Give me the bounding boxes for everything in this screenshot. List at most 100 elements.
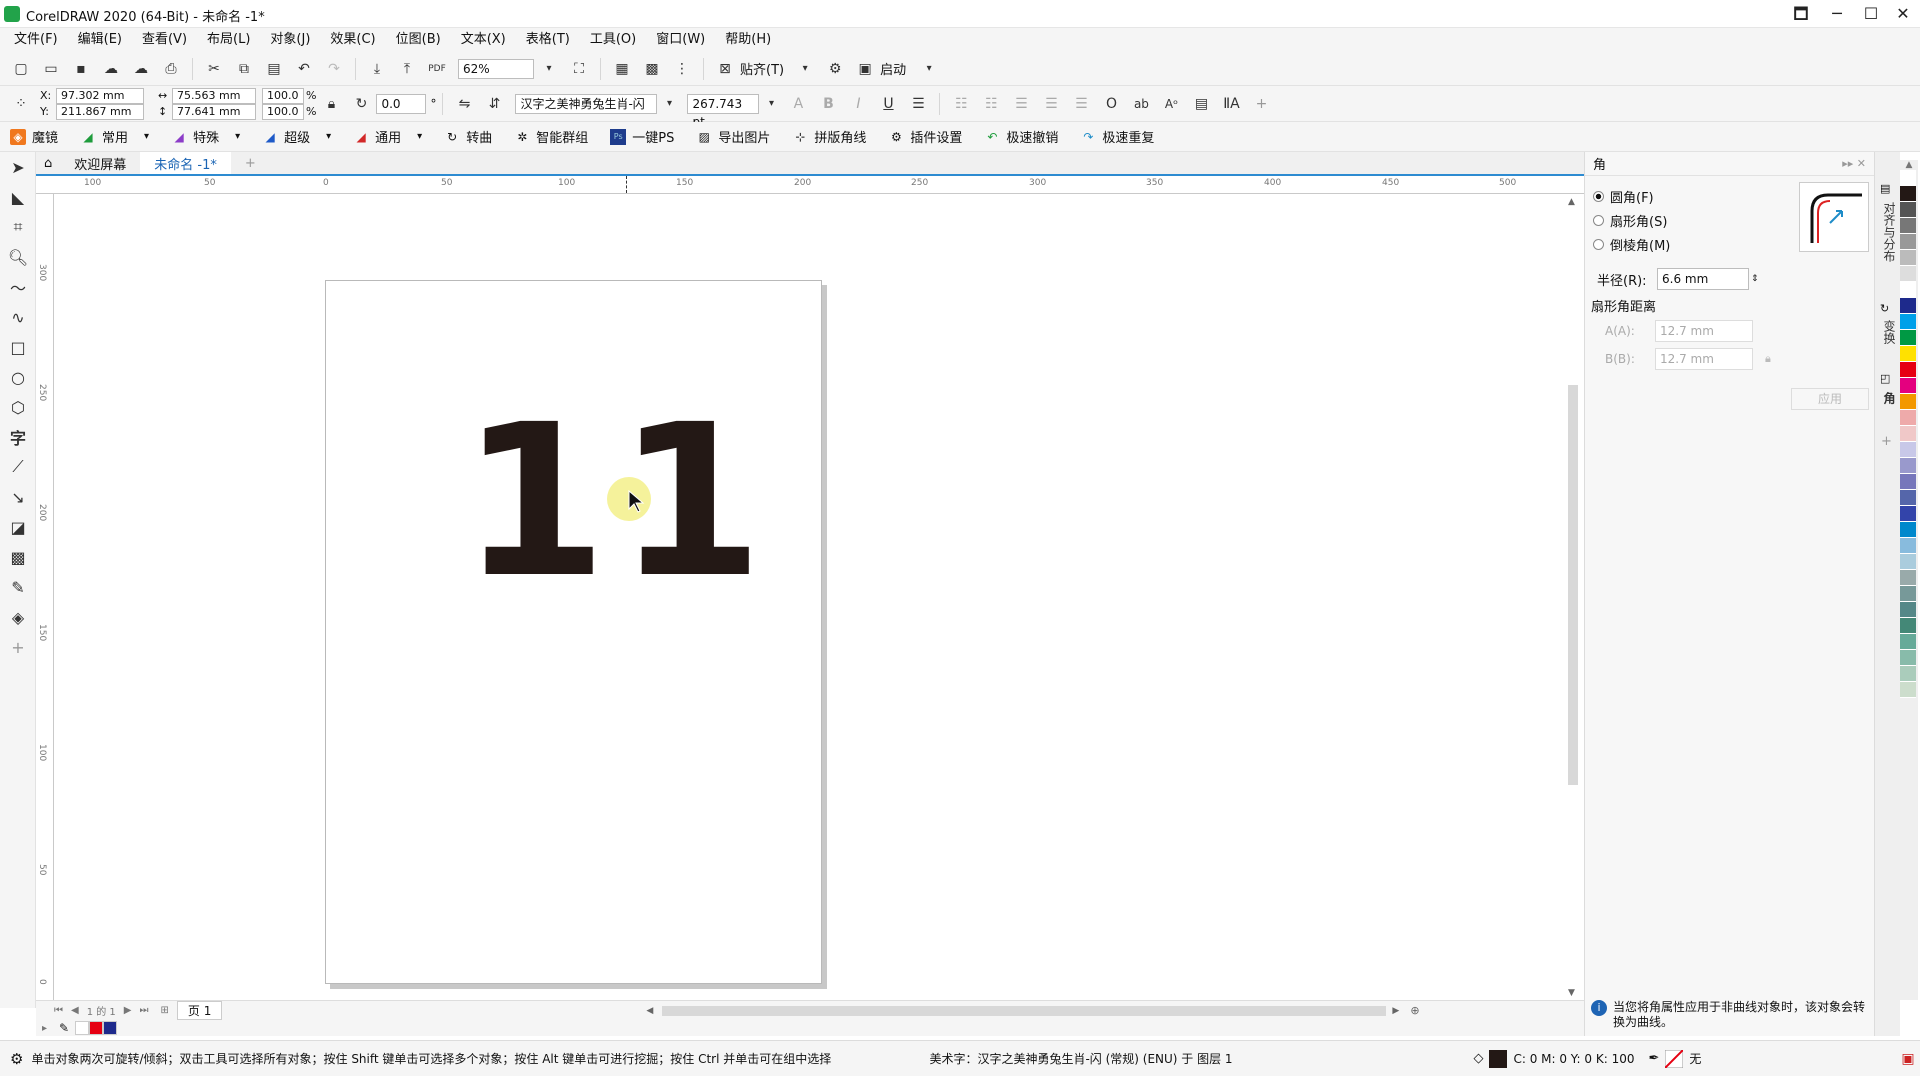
text-properties-icon[interactable]: ab [1129, 92, 1153, 116]
rotate-icon[interactable]: ↻ [349, 92, 373, 116]
color-swatch[interactable] [1900, 202, 1916, 218]
vertical-ruler[interactable]: 300 250 200 150 100 50 0 [36, 194, 54, 1000]
tab-page-1[interactable]: 页 1 [176, 1001, 223, 1020]
palette-scroll-up-icon[interactable]: ▲ [1900, 160, 1918, 170]
color-swatch[interactable] [1900, 554, 1916, 570]
fill-color-swatch[interactable] [1489, 1049, 1508, 1068]
add-page-icon[interactable]: ⊞ [161, 1005, 169, 1016]
color-swatch[interactable] [1900, 362, 1916, 378]
x-position-field[interactable]: 97.302 mm [56, 87, 144, 104]
tab-corners[interactable]: 角 [1881, 392, 1898, 404]
tab-untitled-1[interactable]: 未命名 -1* [140, 152, 231, 174]
interactive-fill-icon[interactable]: ◈ [0, 602, 36, 632]
menu-layout[interactable]: 布局(L) [197, 28, 260, 52]
zoom-level-field[interactable]: 62% [458, 58, 534, 79]
redo-icon[interactable]: ↷ [322, 57, 346, 81]
ellipse-tool-icon[interactable]: ○ [0, 362, 36, 392]
snap-off-icon[interactable]: ⊠ [713, 57, 737, 81]
font-size-adjust-icon[interactable]: A [786, 92, 810, 116]
tab-align-distribute[interactable]: 对齐与分布 [1881, 202, 1898, 262]
no-outline-icon[interactable] [1665, 1049, 1684, 1068]
font-size-dropdown-icon[interactable]: ▾ [759, 92, 783, 116]
zoom-tool-icon[interactable]: 🔍︎ [0, 242, 36, 272]
menu-bitmaps[interactable]: 位图(B) [386, 28, 451, 52]
color-swatch[interactable] [1900, 170, 1916, 186]
zoom-navigator-icon[interactable]: ⊕ [1410, 1004, 1419, 1017]
open-folder-icon[interactable]: ▭ [39, 57, 63, 81]
plugin-common[interactable]: ◢ 常用 ▾ [80, 127, 149, 147]
font-options-icon[interactable]: Aᵒ [1159, 92, 1183, 116]
tab-transform[interactable]: 变换 [1881, 320, 1898, 344]
y-position-field[interactable]: 211.867 mm [56, 103, 144, 120]
radius-field[interactable]: 6.6 mm [1657, 268, 1749, 290]
document-page[interactable]: 11 [325, 280, 822, 984]
vertical-text-icon[interactable]: ⅡA [1219, 92, 1243, 116]
color-swatch[interactable] [1900, 618, 1916, 634]
radius-spinner-icon[interactable]: ⇕ [1751, 274, 1759, 284]
font-list-field[interactable]: 汉字之美神勇兔生肖-闪 [515, 93, 658, 114]
save-icon[interactable]: ▪ [69, 57, 93, 81]
connector-tool-icon[interactable]: ↘ [0, 482, 36, 512]
color-swatch[interactable] [1900, 522, 1916, 538]
scroll-up-icon[interactable]: ▲ [1568, 197, 1575, 207]
new-document-icon[interactable]: ▢ [9, 57, 33, 81]
docker-tab-align-icon[interactable]: ▤ [1880, 182, 1890, 195]
scale-y-field[interactable]: 100.0 [262, 103, 304, 120]
scale-x-field[interactable]: 100.0 [262, 87, 304, 104]
height-field[interactable]: 77.641 mm [172, 103, 256, 120]
menu-tools[interactable]: 工具(O) [580, 28, 646, 52]
width-field[interactable]: 75.563 mm [172, 87, 256, 104]
doc-color-swatch[interactable] [89, 1021, 104, 1035]
show-guides-icon[interactable]: ⋮ [670, 57, 694, 81]
launch-dropdown-icon[interactable]: ▾ [917, 57, 941, 81]
color-swatch[interactable] [1900, 186, 1916, 202]
vertical-scroll-thumb[interactable] [1568, 385, 1578, 785]
chevron-down-icon[interactable]: ▾ [326, 131, 331, 142]
italic-button[interactable]: I [846, 92, 870, 116]
color-swatch[interactable] [1900, 682, 1916, 698]
export-icon[interactable]: ⤒ [395, 57, 419, 81]
mirror-horizontal-icon[interactable]: ⇋ [452, 92, 476, 116]
color-swatch[interactable] [1900, 314, 1916, 330]
restore-panel-icon[interactable]: 🗖 [1784, 2, 1818, 26]
font-size-field[interactable]: 267.743 pt [687, 93, 760, 129]
horizontal-scroll-thumb[interactable] [662, 1005, 1387, 1016]
distance-b-field[interactable]: 12.7 mm [1655, 348, 1753, 370]
color-swatch[interactable] [1900, 330, 1916, 346]
pick-tool-icon[interactable]: ➤ [0, 152, 36, 182]
chevron-down-icon[interactable]: ▾ [144, 131, 149, 142]
options-gear-icon[interactable]: ⚙ [823, 57, 847, 81]
launch-menu[interactable]: 启动 [880, 59, 906, 78]
full-screen-icon[interactable]: ⛶ [567, 57, 591, 81]
menu-object[interactable]: 对象(J) [260, 28, 320, 52]
plugin-fast-undo[interactable]: ↶ 极速撤销 [984, 127, 1058, 147]
apply-button[interactable]: 应用 [1791, 388, 1869, 410]
transparency-tool-icon[interactable]: ▩ [0, 542, 36, 572]
page-last-icon[interactable]: ⏭ [140, 1005, 149, 1016]
artistic-media-icon[interactable]: ∿ [0, 302, 36, 332]
plugin-convert-curve[interactable]: ↻ 转曲 [444, 127, 492, 147]
plugin-export-image[interactable]: ▨ 导出图片 [696, 127, 771, 147]
page-prev-icon[interactable]: ◀ [71, 1005, 79, 1016]
scroll-right-icon[interactable]: ▶ [1392, 1006, 1402, 1016]
bold-button[interactable]: B [816, 92, 840, 116]
cloud-upload-icon[interactable]: ☁ [129, 57, 153, 81]
plugin-special[interactable]: ◢ 特殊 ▾ [171, 127, 240, 147]
cloud-download-icon[interactable]: ☁ [99, 57, 123, 81]
horizontal-ruler[interactable]: 100 50 0 50 100 150 200 250 300 350 400 … [36, 176, 1584, 194]
color-swatch[interactable] [1900, 394, 1916, 410]
color-swatch[interactable] [1900, 266, 1916, 282]
freehand-tool-icon[interactable]: 〜 [0, 272, 36, 302]
color-swatch[interactable] [1900, 570, 1916, 586]
color-swatch[interactable] [1900, 218, 1916, 234]
lock-ratio-icon[interactable]: 🔒︎ [319, 92, 343, 116]
menu-window[interactable]: 窗口(W) [646, 28, 715, 52]
color-swatch[interactable] [1900, 298, 1916, 314]
color-swatch[interactable] [1900, 442, 1916, 458]
page-first-icon[interactable]: ⏮ [54, 1005, 63, 1016]
numbered-list-icon[interactable]: ☷ [979, 92, 1003, 116]
plugin-general[interactable]: ◢ 通用 ▾ [353, 127, 423, 147]
cut-icon[interactable]: ✂ [202, 57, 226, 81]
color-swatch[interactable] [1900, 490, 1916, 506]
color-swatch[interactable] [1900, 426, 1916, 442]
